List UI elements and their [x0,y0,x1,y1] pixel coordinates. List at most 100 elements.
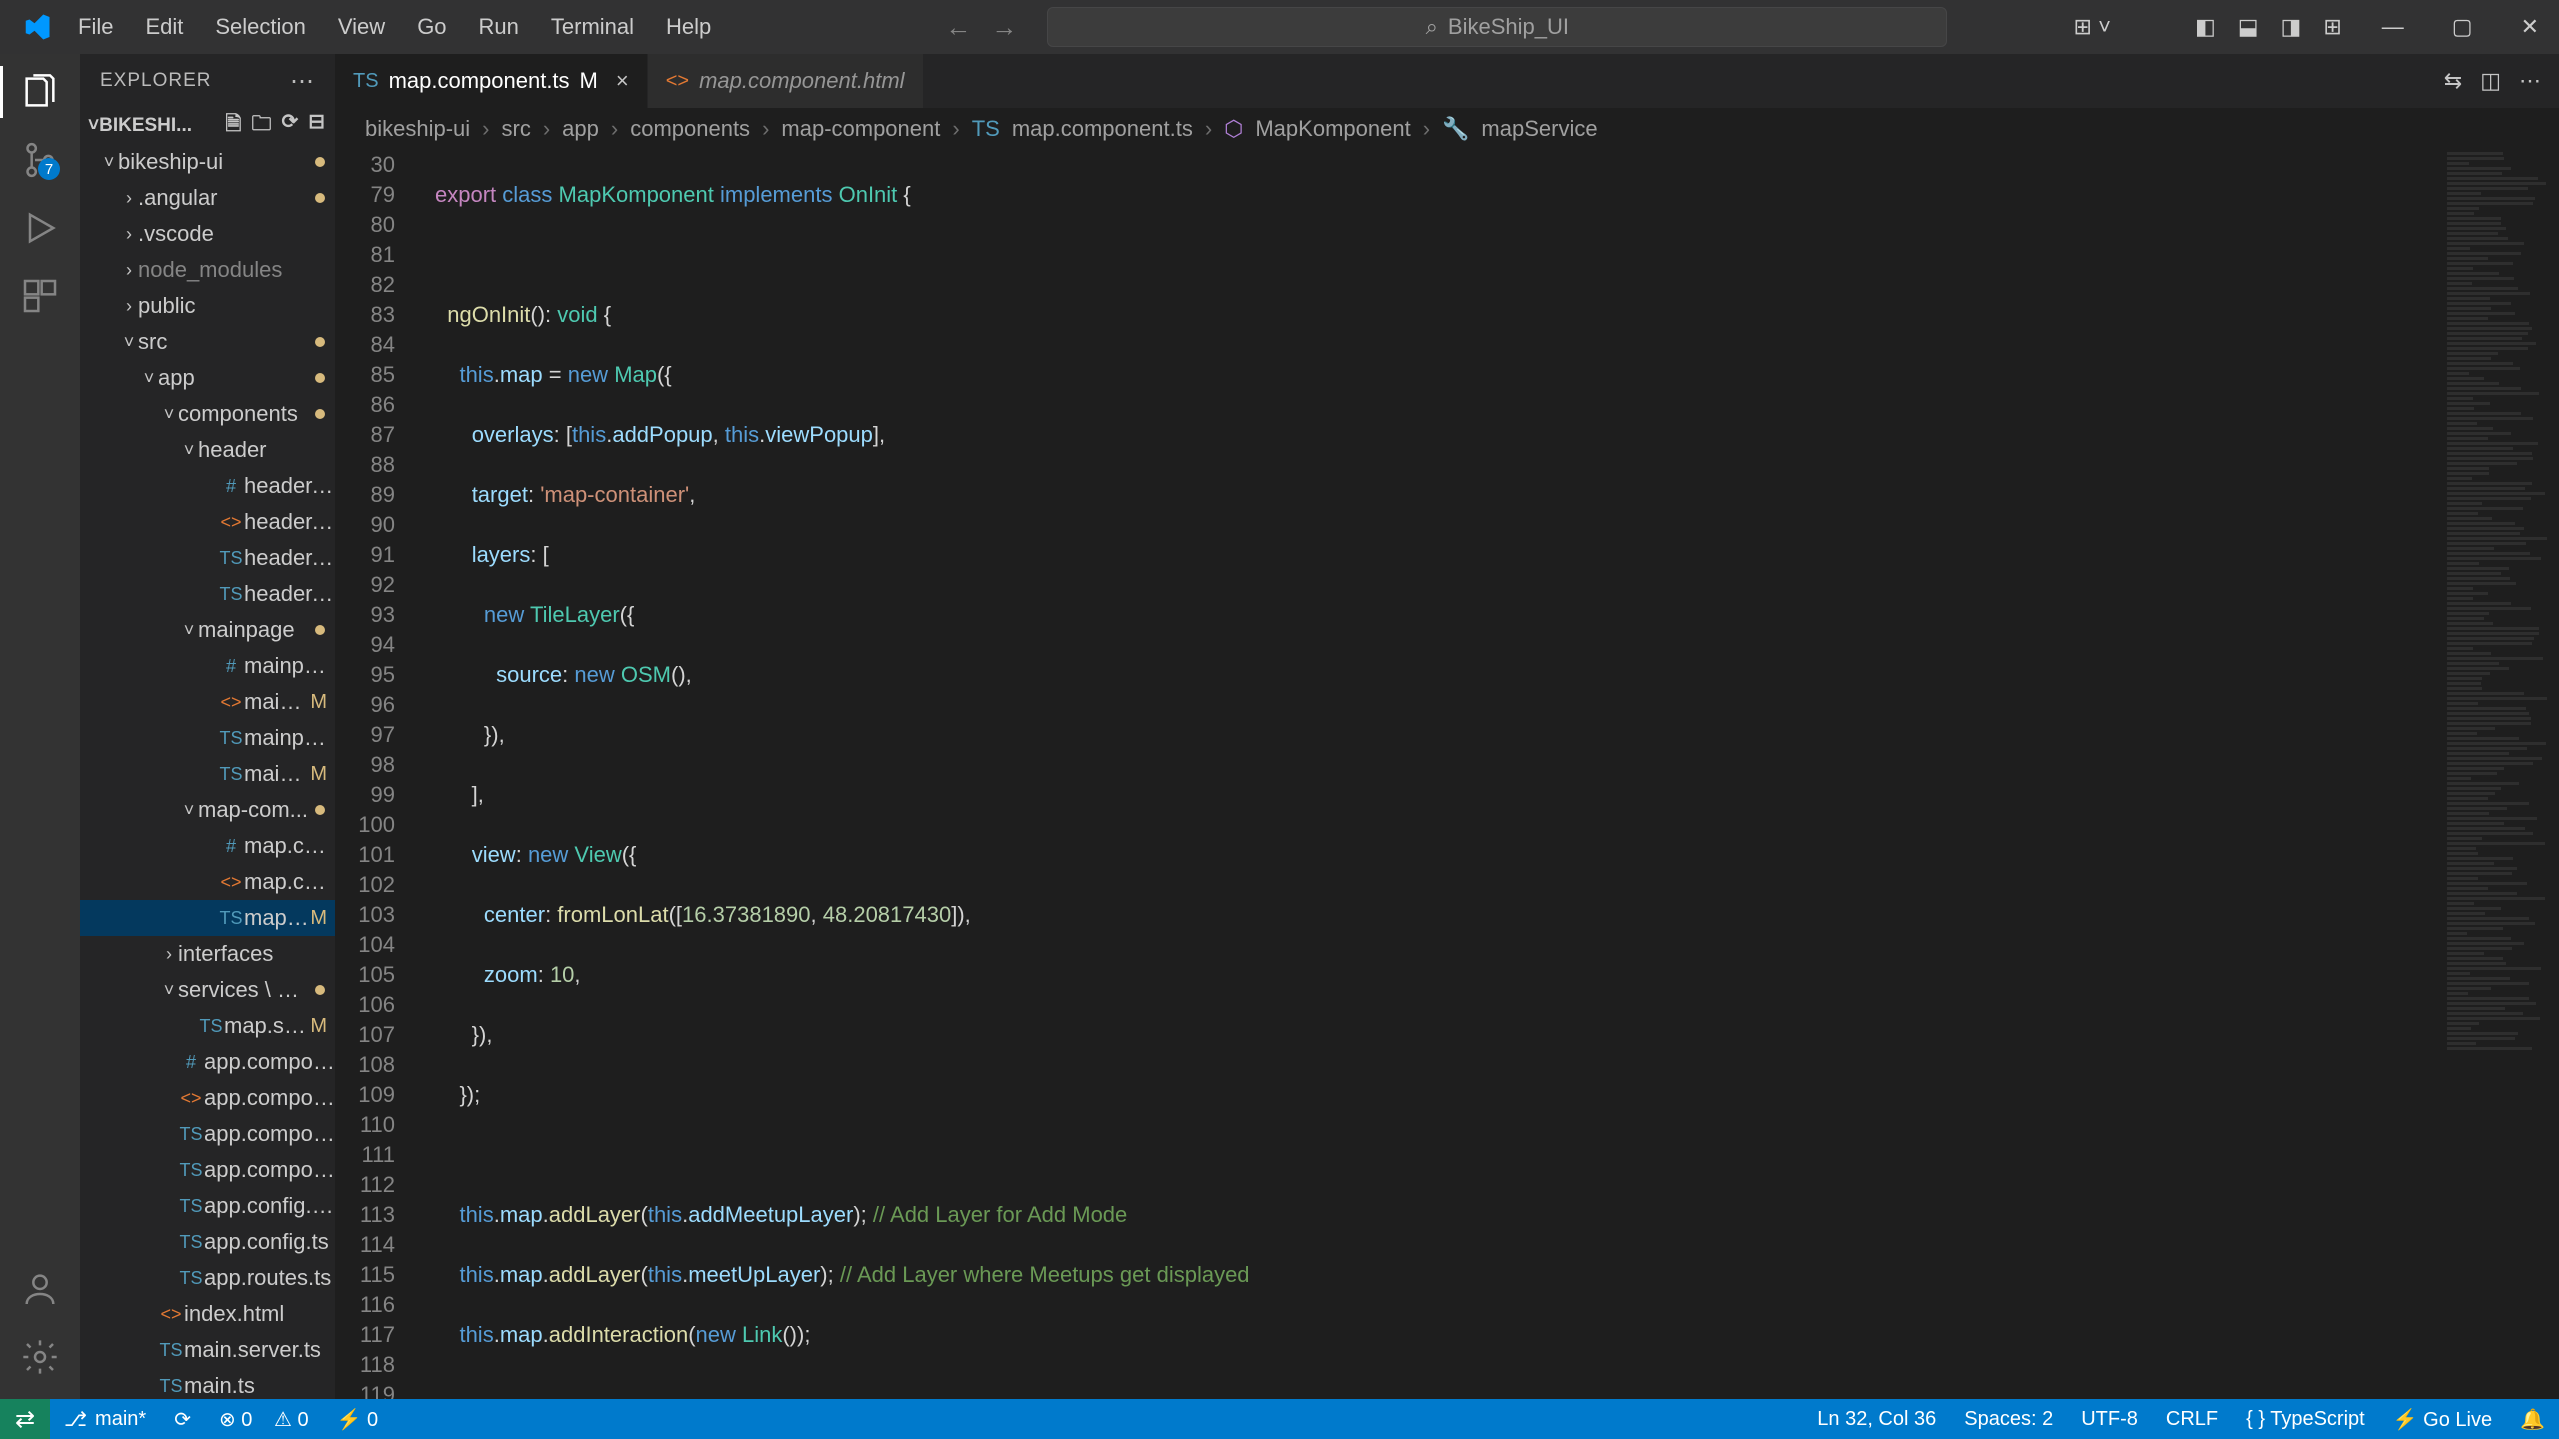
tree-item[interactable]: <>map.compone... [80,864,335,900]
tree-item[interactable]: TSapp.config.ts [80,1224,335,1260]
run-debug-icon[interactable] [18,206,62,250]
menu-help[interactable]: Help [652,8,725,46]
settings-icon[interactable] [18,1335,62,1379]
tree-item[interactable]: ˅app [80,360,335,396]
menu-run[interactable]: Run [465,8,533,46]
tree-item[interactable]: ›node_modules [80,252,335,288]
tree-item[interactable]: #map.compone... [80,828,335,864]
split-icon[interactable]: ◫ [2480,68,2501,94]
copilot-icon[interactable]: ⊞ ˅ [2074,14,2111,40]
menu-file[interactable]: File [64,8,127,46]
tree-item[interactable]: TSapp.routes.ts [80,1260,335,1296]
breadcrumb[interactable]: bikeship-ui› src› app› components› map-c… [335,108,2559,150]
code-area[interactable]: 3079808182838485868788899091929394959697… [335,150,2559,1399]
nav-back-icon[interactable]: ← [945,12,971,43]
crumb[interactable]: app [562,116,599,142]
tree-item[interactable]: #mainpage.com... [80,648,335,684]
tree-item[interactable]: <>header.compo... [80,504,335,540]
account-icon[interactable] [18,1267,62,1311]
layout-bottom-icon[interactable]: ⬓ [2238,14,2259,40]
tree-item[interactable]: ›public [80,288,335,324]
tree-item[interactable]: ˅map-com... [80,792,335,828]
tree-item[interactable]: ›interfaces [80,936,335,972]
file-label: map.com... [244,905,310,931]
indentation[interactable]: Spaces: 2 [1950,1407,2067,1432]
go-live[interactable]: ⚡ Go Live [2379,1407,2506,1432]
remote-button[interactable]: ⇄ [0,1399,50,1439]
sync-button[interactable]: ⟳ [160,1407,205,1432]
layout-right-icon[interactable]: ◨ [2281,14,2302,40]
notifications-icon[interactable]: 🔔 [2506,1407,2559,1432]
port-forward[interactable]: ⚡ 0 [323,1407,393,1432]
crumb[interactable]: components [630,116,750,142]
tree-item[interactable]: ˅bikeship-ui [80,144,335,180]
git-branch[interactable]: ⎇ main* [50,1407,160,1432]
tree-item[interactable]: ˅mainpage [80,612,335,648]
tree-item[interactable]: <>mainpag...M [80,684,335,720]
tree-item[interactable]: ˅components [80,396,335,432]
menu-edit[interactable]: Edit [131,8,197,46]
more-icon[interactable]: ⋯ [2519,68,2541,94]
maximize-button[interactable]: ▢ [2442,8,2483,46]
tree-item[interactable]: TSapp.component.ts [80,1152,335,1188]
tree-item[interactable]: ›.vscode [80,216,335,252]
tree-item[interactable]: #app.component.css [80,1044,335,1080]
explorer-icon[interactable] [18,70,62,114]
tree-item[interactable]: TSmainpage.com... [80,720,335,756]
editor-tab[interactable]: <>map.component.html [648,54,924,108]
language-mode[interactable]: { } TypeScript [2232,1407,2379,1432]
minimap[interactable] [2439,150,2559,1399]
tree-item[interactable]: #header.compo... [80,468,335,504]
tree-item[interactable]: ˅src [80,324,335,360]
encoding[interactable]: UTF-8 [2067,1407,2152,1432]
cursor-position[interactable]: Ln 32, Col 36 [1803,1407,1950,1432]
command-center[interactable]: ⌕ BikeShip_UI [1047,7,1947,47]
tree-item[interactable]: TSmainpag...M [80,756,335,792]
tree-item[interactable]: TSapp.config.server.ts [80,1188,335,1224]
crumb[interactable]: MapKomponent [1255,116,1410,142]
new-file-icon[interactable]: 🗎 [225,109,241,143]
crumb[interactable]: map.component.ts [1012,116,1193,142]
tree-root[interactable]: ˅ BIKESHI... 🗎 🗀 ⟳ ⊟ [80,108,335,144]
crumb[interactable]: map-component [781,116,940,142]
sidebar-more-icon[interactable]: ⋯ [290,67,315,96]
minimize-button[interactable]: — [2372,8,2414,46]
layout-customize-icon[interactable]: ⊞ [2323,14,2341,40]
chevron-down-icon: ˅ [88,115,99,137]
tree-item[interactable]: TSmain.ts [80,1368,335,1399]
crumb[interactable]: mapService [1481,116,1597,142]
tree-item[interactable]: <>index.html [80,1296,335,1332]
tree-item[interactable]: TSmain.server.ts [80,1332,335,1368]
code-content[interactable]: export class MapKomponent implements OnI… [425,150,2559,1399]
editor-tab[interactable]: TSmap.component.tsM× [335,54,648,108]
tree-item[interactable]: TSmap.servic...M [80,1008,335,1044]
tree-item[interactable]: TSapp.component.s... [80,1116,335,1152]
source-control-icon[interactable]: 7 [18,138,62,182]
collapse-icon[interactable]: ⊟ [308,109,325,143]
tree-item[interactable]: ˅header [80,432,335,468]
crumb[interactable]: bikeship-ui [365,116,470,142]
close-button[interactable]: ✕ [2511,8,2549,46]
nav-forward-icon[interactable]: → [991,12,1017,43]
extensions-icon[interactable] [18,274,62,318]
modified-badge: M [310,691,327,714]
new-folder-icon[interactable]: 🗀 [251,109,271,143]
nav-arrows: ← → [945,12,1017,43]
tree-item[interactable]: TSheader.compo... [80,540,335,576]
refresh-icon[interactable]: ⟳ [281,109,298,143]
tree-item[interactable]: TSmap.com...M [80,900,335,936]
menu-selection[interactable]: Selection [201,8,320,46]
tree-item[interactable]: ˅services \ map [80,972,335,1008]
layout-left-icon[interactable]: ◧ [2195,14,2216,40]
problems[interactable]: ⊗ 0 ⚠ 0 [205,1407,323,1432]
eol[interactable]: CRLF [2152,1407,2232,1432]
crumb[interactable]: src [502,116,531,142]
close-tab-icon[interactable]: × [616,68,629,94]
tree-item[interactable]: ›.angular [80,180,335,216]
menu-terminal[interactable]: Terminal [537,8,648,46]
tree-item[interactable]: TSheader.compo... [80,576,335,612]
tree-item[interactable]: <>app.component.h... [80,1080,335,1116]
menu-view[interactable]: View [324,8,399,46]
menu-go[interactable]: Go [403,8,460,46]
compare-icon[interactable]: ⇆ [2444,68,2462,94]
